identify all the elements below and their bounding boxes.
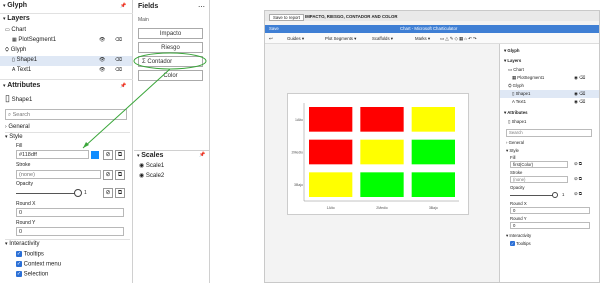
app-style-label: Style <box>509 148 519 153</box>
toolbar <box>265 33 599 44</box>
app-opacity-value: 1 <box>562 192 565 197</box>
app-layers-title: Layers <box>507 58 522 63</box>
toolbar-scaffolds[interactable]: Scaffolds ▾ <box>372 36 393 42</box>
app-attributes-title: Attributes <box>507 110 528 115</box>
toolbar-plot-segments[interactable]: Plot Segments ▾ <box>325 36 356 42</box>
app-style-section[interactable]: ▾ Style <box>506 148 519 154</box>
app-glyph-header[interactable]: ▾ Glyph <box>504 48 520 54</box>
app-attributes-header[interactable]: ▾ Attributes <box>504 110 528 116</box>
x-tick-label: 3Bajo <box>429 206 438 210</box>
annotation-arrow-line <box>82 68 171 149</box>
app-roundx-field[interactable]: 0 <box>510 207 590 214</box>
bind-data-icon[interactable]: ⊘ ⧉ <box>574 176 582 182</box>
app-interactivity-section[interactable]: ▾ Interactivity <box>506 233 531 239</box>
y-tick-label: 1Alto <box>295 118 303 122</box>
app-general-label: General <box>508 140 524 145</box>
toolbar-label: Marks <box>415 36 427 41</box>
app-roundy-label: Round Y <box>510 216 527 221</box>
app-layer-label: Glyph <box>512 83 524 88</box>
heatmap-cell <box>309 139 353 165</box>
toolbar-guides[interactable]: Guides ▾ <box>287 36 304 42</box>
app-search-input[interactable]: Search <box>506 129 592 137</box>
app-layer[interactable]: A Text1 <box>512 99 526 104</box>
heatmap-cell <box>360 172 404 197</box>
window-title: Chart - Microsoft Charticulator <box>400 26 458 31</box>
app-layers-header[interactable]: ▾ Layers <box>504 58 521 64</box>
app-interactivity-label: Interactivity <box>509 233 532 238</box>
app-fill-field[interactable]: first(Color) <box>510 161 568 168</box>
y-tick-label: 2Medio <box>292 151 304 155</box>
app-attributes-object: ▯ Shape1 <box>508 119 527 124</box>
app-layer[interactable]: ▭ Chart <box>508 67 524 73</box>
app-fill-label: Fill <box>510 155 516 160</box>
app-glyph-title: Glyph <box>507 48 520 53</box>
heatmap-cell <box>309 172 353 197</box>
bind-data-icon[interactable]: ⊘ ⧉ <box>574 191 582 197</box>
app-tooltips-checkbox[interactable]: ✓ Tooltips <box>510 241 531 247</box>
heatmap-cell <box>360 107 404 132</box>
app-roundy-field[interactable]: 0 <box>510 222 590 229</box>
app-opacity-label: Opacity <box>510 185 525 190</box>
x-tick-label: 1Alto <box>327 206 335 210</box>
x-tick-label: 2Medio <box>376 206 388 210</box>
app-layer[interactable]: ▦ PlotSegment1 <box>512 75 544 81</box>
toolbar-label: Guides <box>287 36 301 41</box>
app-layer-label: Shape1 <box>515 91 531 96</box>
app-tooltips-label: Tooltips <box>516 241 531 246</box>
heatmap-cell <box>411 107 455 132</box>
app-stroke-field[interactable]: (none) <box>510 176 568 183</box>
charticulator-window: Save to report IMPACTO, RIESGO, CONTADOR… <box>264 10 600 283</box>
app-object-name: Shape1 <box>511 119 527 124</box>
y-tick-label: 3Bajo <box>294 183 303 187</box>
toolbar-symbol-icons[interactable]: ▭ △ ✎ ◇ ▦ ⌂ ↶ ↷ <box>440 36 476 42</box>
bind-data-icon[interactable]: ⊘ ⧉ <box>574 161 582 167</box>
app-layer-label: PlotSegment1 <box>517 75 545 80</box>
app-layer[interactable]: ▯ Shape1 <box>512 91 530 97</box>
save-to-report-button[interactable]: Save to report <box>269 14 304 21</box>
save-menu[interactable]: Save <box>269 26 279 31</box>
eye-icon[interactable]: ◉ ⌫ <box>574 75 585 81</box>
report-title: IMPACTO, RIESGO, CONTADOR AND COLOR <box>305 14 398 19</box>
eye-icon[interactable]: ◉ ⌫ <box>574 99 585 105</box>
app-general-section[interactable]: › General <box>506 140 524 145</box>
app-opacity-thumb[interactable] <box>552 192 558 198</box>
app-layer-label: Text1 <box>515 99 527 104</box>
app-roundx-label: Round X <box>510 201 527 206</box>
app-search-placeholder: Search <box>509 130 523 135</box>
annotation-ellipse <box>133 52 207 70</box>
heatmap-cell <box>360 139 404 165</box>
app-layer[interactable]: ⛭ Glyph <box>508 83 524 88</box>
checkbox-checked-icon[interactable]: ✓ <box>510 241 515 247</box>
app-opacity-track[interactable] <box>510 195 556 196</box>
app-stroke-label: Stroke <box>510 170 523 175</box>
toolbar-marks[interactable]: Marks ▾ <box>415 36 430 42</box>
heatmap-cell <box>411 172 455 197</box>
toolbar-undo[interactable]: ↩ <box>269 36 273 42</box>
eye-icon[interactable]: ◉ ⌫ <box>574 91 585 97</box>
app-layer-label: Chart <box>513 67 524 72</box>
toolbar-label: Scaffolds <box>372 36 390 41</box>
heatmap-chart: 1Alto 2Medio 3Bajo 1Alto 2Medio 3Bajo <box>292 103 459 210</box>
toolbar-label: Plot Segments <box>325 36 353 41</box>
app-glyph-panel: ▾ Glyph ▾ Layers ▭ Chart ▦ PlotSegment1 … <box>499 44 599 282</box>
heatmap-cell <box>411 139 455 165</box>
heatmap-cell <box>309 107 353 132</box>
